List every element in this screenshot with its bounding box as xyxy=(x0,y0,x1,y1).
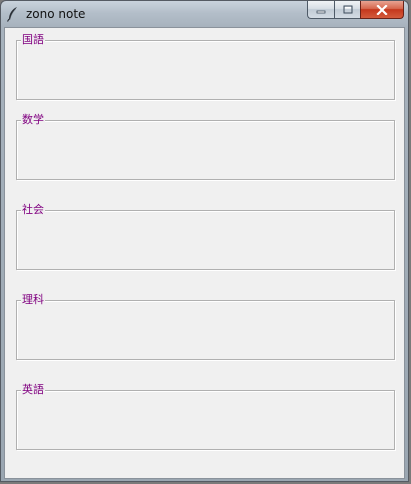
app-window: zono note 国語 数学 社会 理科 英語 xyxy=(0,0,409,482)
caption-buttons xyxy=(307,1,404,20)
close-button[interactable] xyxy=(360,1,404,19)
group-kokugo: 国語 xyxy=(16,33,395,100)
minimize-button[interactable] xyxy=(307,1,334,19)
client-area: 国語 数学 社会 理科 英語 xyxy=(4,27,405,479)
feather-icon xyxy=(6,7,17,22)
group-sugaku: 数学 xyxy=(16,113,395,180)
close-icon xyxy=(376,4,388,15)
group-label-rika: 理科 xyxy=(21,293,45,306)
group-label-eigo: 英語 xyxy=(21,383,45,396)
group-label-sugaku: 数学 xyxy=(21,113,45,126)
maximize-button[interactable] xyxy=(334,1,360,19)
group-label-shakai: 社会 xyxy=(21,203,45,216)
title-bar[interactable]: zono note xyxy=(1,1,408,27)
minimize-icon xyxy=(316,10,326,13)
group-shakai: 社会 xyxy=(16,203,395,270)
maximize-icon xyxy=(343,5,352,14)
group-rika: 理科 xyxy=(16,293,395,360)
window-title: zono note xyxy=(26,7,86,21)
group-eigo: 英語 xyxy=(16,383,395,450)
group-label-kokugo: 国語 xyxy=(21,33,45,46)
